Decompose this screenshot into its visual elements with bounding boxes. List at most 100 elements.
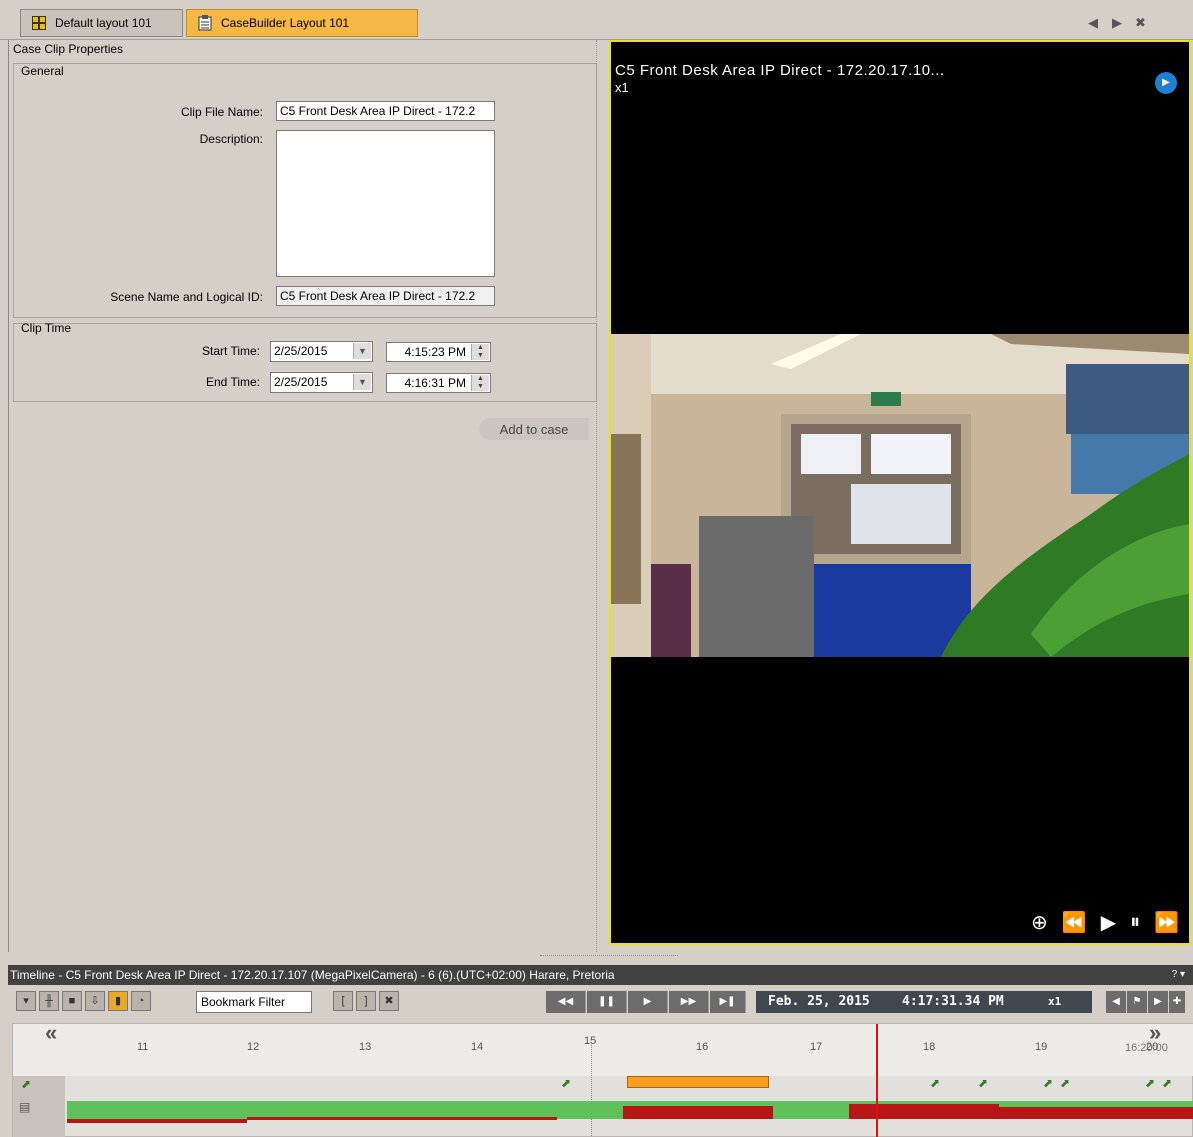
help-menu-icon[interactable]: ? ▾: [1172, 965, 1185, 985]
general-legend: General: [21, 64, 64, 78]
description-textarea[interactable]: [276, 130, 495, 277]
step-forward-button[interactable]: ▶❚: [710, 991, 746, 1013]
current-time-marker[interactable]: [876, 1024, 878, 1137]
motion-segment: [623, 1106, 773, 1119]
description-label: Description:: [199, 132, 263, 146]
clipboard-icon: [197, 15, 213, 31]
playback-time: 4:17:31.34 PM: [902, 994, 1004, 1009]
bookmark-icon[interactable]: ⬈: [930, 1076, 940, 1090]
tick-label: 19: [1035, 1041, 1048, 1053]
filter-icon[interactable]: ▾: [16, 991, 36, 1011]
tick-label: 18: [923, 1041, 936, 1053]
chevron-down-icon[interactable]: ▼: [353, 374, 371, 390]
play-icon[interactable]: ▶: [1101, 910, 1116, 935]
video-title: C5 Front Desk Area IP Direct - 172.20.17…: [615, 62, 945, 79]
start-time-label: Start Time:: [201, 344, 260, 358]
search-time-icon[interactable]: ◔: [131, 991, 151, 1011]
fast-forward-button[interactable]: ▶▶: [669, 991, 709, 1013]
tick-label: 16: [696, 1041, 709, 1053]
start-time-value: 4:15:23 PM: [404, 345, 466, 359]
bookmark-filter-input[interactable]: Bookmark Filter: [196, 991, 312, 1013]
tab-prev-icon[interactable]: ◀: [1088, 15, 1098, 31]
clear-marks-icon[interactable]: ✖: [379, 991, 399, 1011]
add-to-case-button[interactable]: Add to case: [479, 418, 589, 440]
scene-name-input: C5 Front Desk Area IP Direct - 172.2: [276, 286, 495, 306]
panel-title: Case Clip Properties: [13, 42, 124, 56]
start-time-spinner[interactable]: 4:15:23 PM ▲ ▼: [386, 342, 491, 362]
tick-label: 13: [359, 1041, 372, 1053]
motion-segment: [999, 1107, 1193, 1119]
horizontal-splitter[interactable]: [540, 955, 678, 963]
next-bookmark-icon[interactable]: ▶: [1148, 991, 1168, 1013]
end-date-picker[interactable]: 2/25/2015 ▼: [270, 372, 373, 393]
video-tile[interactable]: C5 Front Desk Area IP Direct - 172.20.17…: [609, 40, 1191, 945]
bookmark-icon[interactable]: ⬈: [561, 1076, 571, 1090]
tab-casebuilder-label: CaseBuilder Layout 101: [221, 16, 350, 30]
chevron-down-icon[interactable]: ▼: [353, 343, 371, 359]
bookmark-icon[interactable]: ⬈: [1060, 1076, 1070, 1090]
bar-chart-icon[interactable]: ▮: [108, 991, 128, 1011]
rewind-button[interactable]: ◀◀: [546, 991, 586, 1013]
clip-range-marker[interactable]: [627, 1076, 769, 1088]
spinner-arrows-icon[interactable]: ▲ ▼: [471, 344, 489, 360]
export-icon[interactable]: ⇩: [85, 991, 105, 1011]
clip-file-name-label: Clip File Name:: [180, 105, 263, 119]
grid-layout-icon: [31, 15, 47, 31]
motion-segment: [247, 1117, 557, 1120]
pause-icon[interactable]: ⏸: [1130, 911, 1140, 934]
start-date-picker[interactable]: 2/25/2015 ▼: [270, 341, 373, 362]
tab-close-icon[interactable]: ✖: [1135, 15, 1146, 31]
pause-button[interactable]: ❚❚: [587, 991, 627, 1013]
lock-icon[interactable]: ■: [62, 991, 82, 1011]
tab-default-label: Default layout 101: [55, 16, 152, 30]
split-icon[interactable]: ╫: [39, 991, 59, 1011]
end-date-value: 2/25/2015: [274, 375, 328, 389]
scene-name-label: Scene Name and Logical ID:: [110, 290, 263, 304]
vertical-splitter[interactable]: [596, 40, 608, 952]
bookmark-icon[interactable]: ⚑: [1127, 991, 1147, 1013]
tab-next-icon[interactable]: ▶: [1112, 15, 1122, 31]
end-time-value: 4:16:31 PM: [404, 376, 466, 390]
prev-bookmark-icon[interactable]: ◀: [1106, 991, 1126, 1013]
tick-label: 11: [137, 1041, 149, 1053]
clip-time-legend: Clip Time: [21, 321, 72, 335]
tab-default-layout[interactable]: Default layout 101: [20, 9, 183, 37]
end-time-spinner[interactable]: 4:16:31 PM ▲ ▼: [386, 373, 491, 393]
timeline-title: Timeline - C5 Front Desk Area IP Direct …: [10, 968, 615, 982]
bookmark-icon[interactable]: ⬈: [1162, 1076, 1172, 1090]
playback-speed: x1: [1048, 995, 1062, 1008]
tick-label: 14: [471, 1041, 484, 1053]
camera-scene-image: [611, 334, 1189, 657]
tick-label: 20: [1146, 1041, 1159, 1053]
clip-file-name-input[interactable]: C5 Front Desk Area IP Direct - 172.2: [276, 101, 495, 121]
tick-label: 17: [810, 1041, 823, 1053]
timeline-header: Timeline - C5 Front Desk Area IP Direct …: [8, 965, 1193, 985]
mark-in-icon[interactable]: [: [333, 991, 353, 1011]
camera-frame: [611, 334, 1189, 657]
live-play-icon[interactable]: ▶: [1155, 72, 1177, 94]
play-button[interactable]: ▶: [628, 991, 668, 1013]
case-clip-properties-panel: Case Clip Properties General Clip File N…: [8, 40, 597, 952]
bookmark-icon[interactable]: ⬈: [21, 1077, 31, 1091]
spinner-arrows-icon[interactable]: ▲ ▼: [471, 375, 489, 391]
bookmark-icon[interactable]: ⬈: [978, 1076, 988, 1090]
tab-casebuilder-layout[interactable]: CaseBuilder Layout 101: [186, 9, 418, 37]
bookmark-icon[interactable]: ⬈: [1145, 1076, 1155, 1090]
motion-segment: [849, 1104, 999, 1119]
start-date-value: 2/25/2015: [274, 344, 328, 358]
rewind-icon[interactable]: ⏪: [1062, 910, 1087, 935]
bookmark-icon[interactable]: ⬈: [1043, 1076, 1053, 1090]
fast-forward-icon[interactable]: ⏩: [1154, 910, 1179, 935]
timeline-toolbar: ▾ ╫ ■ ⇩ ▮ ◔ Bookmark Filter [ ] ✖ ◀◀ ❚❚ …: [8, 985, 1193, 1023]
mark-out-icon[interactable]: ]: [356, 991, 376, 1011]
video-speed: x1: [615, 80, 629, 95]
timeline-track[interactable]: « » 16:20:00 11 12 13 14 15 16 17 18 19 …: [12, 1020, 1193, 1137]
add-bookmark-icon[interactable]: ✚: [1169, 991, 1185, 1013]
end-time-label: End Time:: [205, 375, 260, 389]
tab-bar: Default layout 101 CaseBuilder Layout 10…: [0, 0, 1193, 40]
film-strip-icon: ▤: [19, 1100, 31, 1114]
scroll-left-icon[interactable]: «: [45, 1020, 57, 1046]
playback-datetime: Feb. 25, 2015 4:17:31.34 PM x1: [756, 991, 1092, 1013]
tick-label: 12: [247, 1041, 260, 1053]
zoom-icon[interactable]: ⊕: [1031, 910, 1048, 935]
